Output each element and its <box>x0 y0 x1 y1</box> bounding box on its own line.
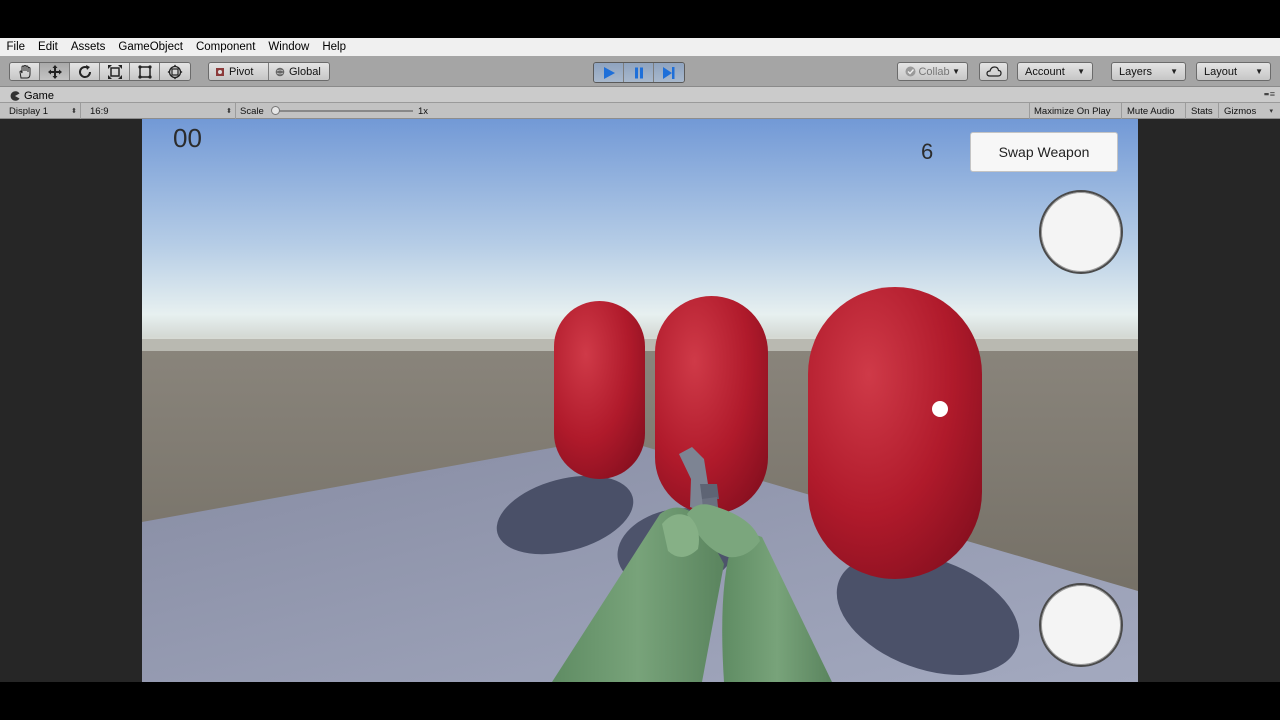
menu-component[interactable]: Component <box>189 38 261 56</box>
menu-help[interactable]: Help <box>316 38 353 56</box>
cloud-button[interactable] <box>979 62 1008 81</box>
pause-icon <box>634 67 643 78</box>
scale-icon <box>107 64 122 79</box>
pivot-label: Pivot <box>229 65 254 78</box>
caret-down-icon: ▼ <box>1255 67 1263 76</box>
game-scene[interactable]: 00 6 Swap Weapon <box>142 119 1138 682</box>
rotate-icon <box>78 64 91 78</box>
letterbox-bottom <box>0 682 1280 720</box>
menu-bar: File Edit Assets GameObject Component Wi… <box>0 38 1280 56</box>
collab-label: Collab <box>918 65 950 78</box>
rect-icon <box>137 64 152 79</box>
cloud-icon <box>985 66 1002 77</box>
mute-audio-toggle[interactable]: Mute Audio <box>1123 103 1186 119</box>
play-icon <box>603 66 615 79</box>
fire-touch-button[interactable] <box>1039 190 1123 274</box>
tab-menu-icon[interactable]: ▪▪ ≡ <box>1264 89 1275 99</box>
menu-edit[interactable]: Edit <box>32 38 65 56</box>
aspect-label: 16:9 <box>90 105 109 117</box>
menu-gameobject[interactable]: GameObject <box>112 38 190 56</box>
game-tab[interactable]: Game <box>4 88 60 103</box>
display-dropdown[interactable]: Display 1 ⬍ <box>5 103 81 119</box>
play-controls <box>593 62 685 83</box>
scale-slider-track[interactable] <box>275 110 413 112</box>
scale-tool-button[interactable] <box>100 63 130 80</box>
pivot-global-toggle: Pivot Global <box>208 62 330 81</box>
move-tool-button[interactable] <box>40 63 70 80</box>
rect-tool-button[interactable] <box>130 63 160 80</box>
layers-dropdown[interactable]: Layers ▼ <box>1111 62 1186 81</box>
play-button[interactable] <box>594 63 624 82</box>
maximize-on-play-toggle[interactable]: Maximize On Play <box>1029 103 1122 119</box>
globe-icon <box>275 67 285 76</box>
move-icon <box>47 64 62 79</box>
hand-tool-button[interactable] <box>10 63 40 80</box>
updown-caret-icon: ⬍ <box>226 108 232 115</box>
caret-down-icon: ▼ <box>1077 67 1085 76</box>
main-toolbar: Pivot Global Collab ▼ Account ▼ Layers ▼… <box>0 56 1280 87</box>
transform-icon <box>167 64 183 79</box>
ammo-counter: 6 <box>921 139 934 164</box>
gizmos-label: Gizmos <box>1224 105 1257 117</box>
scene-render <box>142 119 1138 682</box>
game-options-bar: Display 1 ⬍ 16:9 ⬍ Scale 1x Maximize On … <box>0 103 1280 119</box>
game-tab-bar: Game ▪▪ ≡ <box>0 87 1280 103</box>
menu-window[interactable]: Window <box>262 38 316 56</box>
scale-value: 1x <box>418 105 429 117</box>
transform-tool-button[interactable] <box>160 63 190 80</box>
check-icon <box>905 66 916 77</box>
game-viewport: 00 6 Swap Weapon <box>0 119 1280 682</box>
hand-icon <box>18 64 30 78</box>
layers-label: Layers <box>1119 65 1153 78</box>
mute-audio-label: Mute Audio <box>1127 105 1175 117</box>
pacman-icon <box>10 90 20 101</box>
step-icon <box>663 66 675 79</box>
caret-down-icon: ▼ <box>1170 67 1178 76</box>
layout-label: Layout <box>1204 65 1238 78</box>
gizmos-dropdown[interactable]: Gizmos ▾ <box>1220 103 1276 119</box>
game-tab-label: Game <box>24 89 54 102</box>
aspect-dropdown[interactable]: 16:9 ⬍ <box>86 103 236 119</box>
display-label: Display 1 <box>9 105 49 117</box>
caret-down-icon: ▾ <box>1269 108 1273 115</box>
stats-label: Stats <box>1191 105 1213 117</box>
account-dropdown[interactable]: Account ▼ <box>1017 62 1093 81</box>
jump-touch-button[interactable] <box>1039 583 1123 667</box>
pause-button[interactable] <box>624 63 654 82</box>
scale-slider-thumb[interactable] <box>271 106 280 115</box>
transform-tools <box>9 62 191 81</box>
swap-weapon-button[interactable]: Swap Weapon <box>970 132 1118 172</box>
score-counter: 00 <box>173 123 202 153</box>
stats-toggle[interactable]: Stats <box>1187 103 1219 119</box>
global-label: Global <box>289 65 321 78</box>
account-label: Account <box>1025 65 1065 78</box>
step-button[interactable] <box>654 63 684 82</box>
rotate-tool-button[interactable] <box>70 63 100 80</box>
pivot-button[interactable]: Pivot <box>209 63 269 80</box>
menu-file[interactable]: File <box>0 38 32 56</box>
updown-caret-icon: ⬍ <box>71 108 77 115</box>
layout-dropdown[interactable]: Layout ▼ <box>1196 62 1271 81</box>
collab-button[interactable]: Collab ▼ <box>897 62 968 81</box>
pivot-icon <box>216 67 224 76</box>
letterbox-top <box>0 0 1280 38</box>
menu-assets[interactable]: Assets <box>64 38 112 56</box>
maximize-on-play-label: Maximize On Play <box>1034 105 1111 117</box>
caret-down-icon: ▼ <box>952 67 960 76</box>
crosshair-dot <box>932 401 948 417</box>
scale-label: Scale <box>240 105 264 117</box>
global-button[interactable]: Global <box>269 63 329 80</box>
